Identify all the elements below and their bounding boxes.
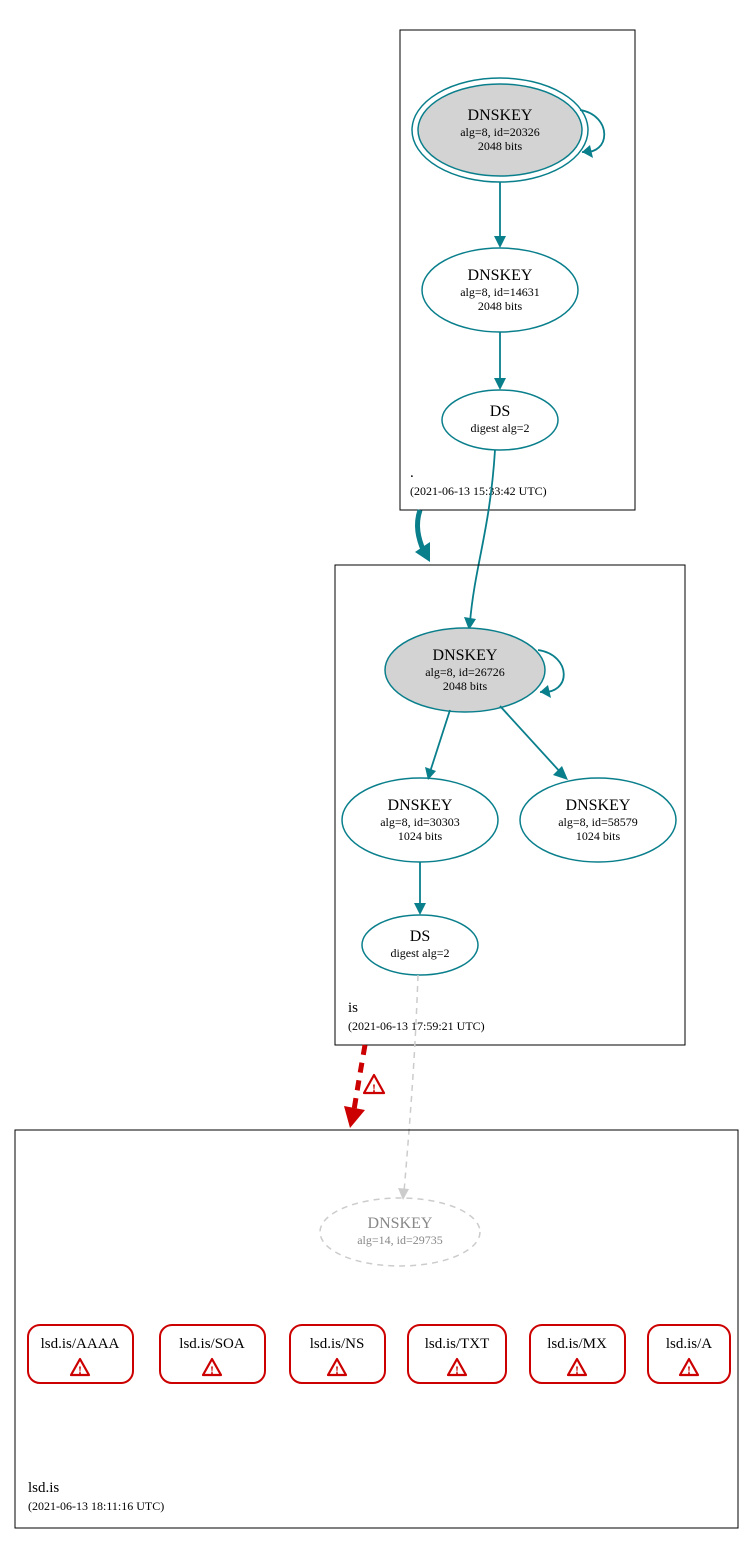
zone-time-root: (2021-06-13 15:33:42 UTC) [410, 484, 547, 498]
edge-is-ksk-zsk1 [425, 710, 450, 780]
edge-is-ds-lsdis-dnskey [398, 975, 418, 1200]
edge-root-zsk-ds [494, 332, 506, 390]
warning-icon: ! [364, 1075, 384, 1095]
zone-label-root: . [410, 465, 414, 481]
rrset-txt: lsd.is/TXT ! [408, 1325, 506, 1383]
node-title: DNSKEY [433, 647, 498, 664]
node-title: DNSKEY [468, 107, 533, 124]
node-line1: alg=8, id=58579 [558, 815, 638, 829]
node-root-zsk: DNSKEY alg=8, id=14631 2048 bits [422, 248, 578, 332]
rrset-ns: lsd.is/NS ! [290, 1325, 385, 1383]
edge-root-to-is-zone [415, 510, 430, 562]
zone-label-lsdis: lsd.is [28, 1480, 59, 1496]
node-line2: 1024 bits [398, 829, 443, 843]
edge-is-zsk1-ds [414, 862, 426, 915]
node-line1: alg=14, id=29735 [357, 1233, 443, 1247]
node-is-ds: DS digest alg=2 [362, 915, 478, 975]
zone-label-is: is [348, 1000, 358, 1016]
node-is-zsk1: DNSKEY alg=8, id=30303 1024 bits [342, 778, 498, 862]
rr-label: lsd.is/A [666, 1336, 712, 1352]
rr-label: lsd.is/MX [547, 1336, 607, 1352]
node-line1: digest alg=2 [390, 946, 449, 960]
rr-label: lsd.is/SOA [179, 1336, 245, 1352]
node-title: DNSKEY [388, 797, 453, 814]
node-root-ksk: DNSKEY alg=8, id=20326 2048 bits [412, 78, 604, 182]
rr-label: lsd.is/TXT [425, 1336, 490, 1352]
svg-text:!: ! [210, 1363, 214, 1377]
zone-time-lsdis: (2021-06-13 18:11:16 UTC) [28, 1499, 164, 1513]
svg-text:!: ! [372, 1081, 376, 1095]
node-is-ksk: DNSKEY alg=8, id=26726 2048 bits [385, 628, 564, 712]
edge-is-to-lsdis-zone-error: ! [344, 1045, 384, 1128]
node-title: DS [490, 403, 510, 420]
dnssec-graph: DNSKEY alg=8, id=20326 2048 bits DNSKEY … [0, 0, 753, 1543]
node-root-ds: DS digest alg=2 [442, 390, 558, 450]
node-line1: alg=8, id=14631 [460, 285, 540, 299]
node-line2: 1024 bits [576, 829, 621, 843]
node-title: DS [410, 928, 430, 945]
rr-label: lsd.is/AAAA [41, 1336, 120, 1352]
svg-text:!: ! [455, 1363, 459, 1377]
node-is-zsk2: DNSKEY alg=8, id=58579 1024 bits [520, 778, 676, 862]
rrset-aaaa: lsd.is/AAAA ! [28, 1325, 133, 1383]
node-line1: alg=8, id=30303 [380, 815, 460, 829]
node-title: DNSKEY [566, 797, 631, 814]
node-line2: 2048 bits [443, 679, 488, 693]
node-title: DNSKEY [468, 267, 533, 284]
rrset-mx: lsd.is/MX ! [530, 1325, 625, 1383]
node-title: DNSKEY [368, 1215, 433, 1232]
node-line2: 2048 bits [478, 299, 523, 313]
svg-text:!: ! [78, 1363, 82, 1377]
node-line1: digest alg=2 [470, 421, 529, 435]
rr-label: lsd.is/NS [310, 1336, 365, 1352]
node-lsdis-dnskey: DNSKEY alg=14, id=29735 [320, 1198, 480, 1266]
edge-is-ksk-zsk2 [500, 706, 568, 780]
edge-root-ds-is-ksk [464, 450, 495, 630]
rrset-a: lsd.is/A ! [648, 1325, 730, 1383]
node-line1: alg=8, id=20326 [460, 125, 540, 139]
svg-text:!: ! [687, 1363, 691, 1377]
node-line2: 2048 bits [478, 139, 523, 153]
node-line1: alg=8, id=26726 [425, 665, 505, 679]
rrset-soa: lsd.is/SOA ! [160, 1325, 265, 1383]
svg-text:!: ! [335, 1363, 339, 1377]
svg-text:!: ! [575, 1363, 579, 1377]
edge-root-ksk-zsk [494, 182, 506, 248]
